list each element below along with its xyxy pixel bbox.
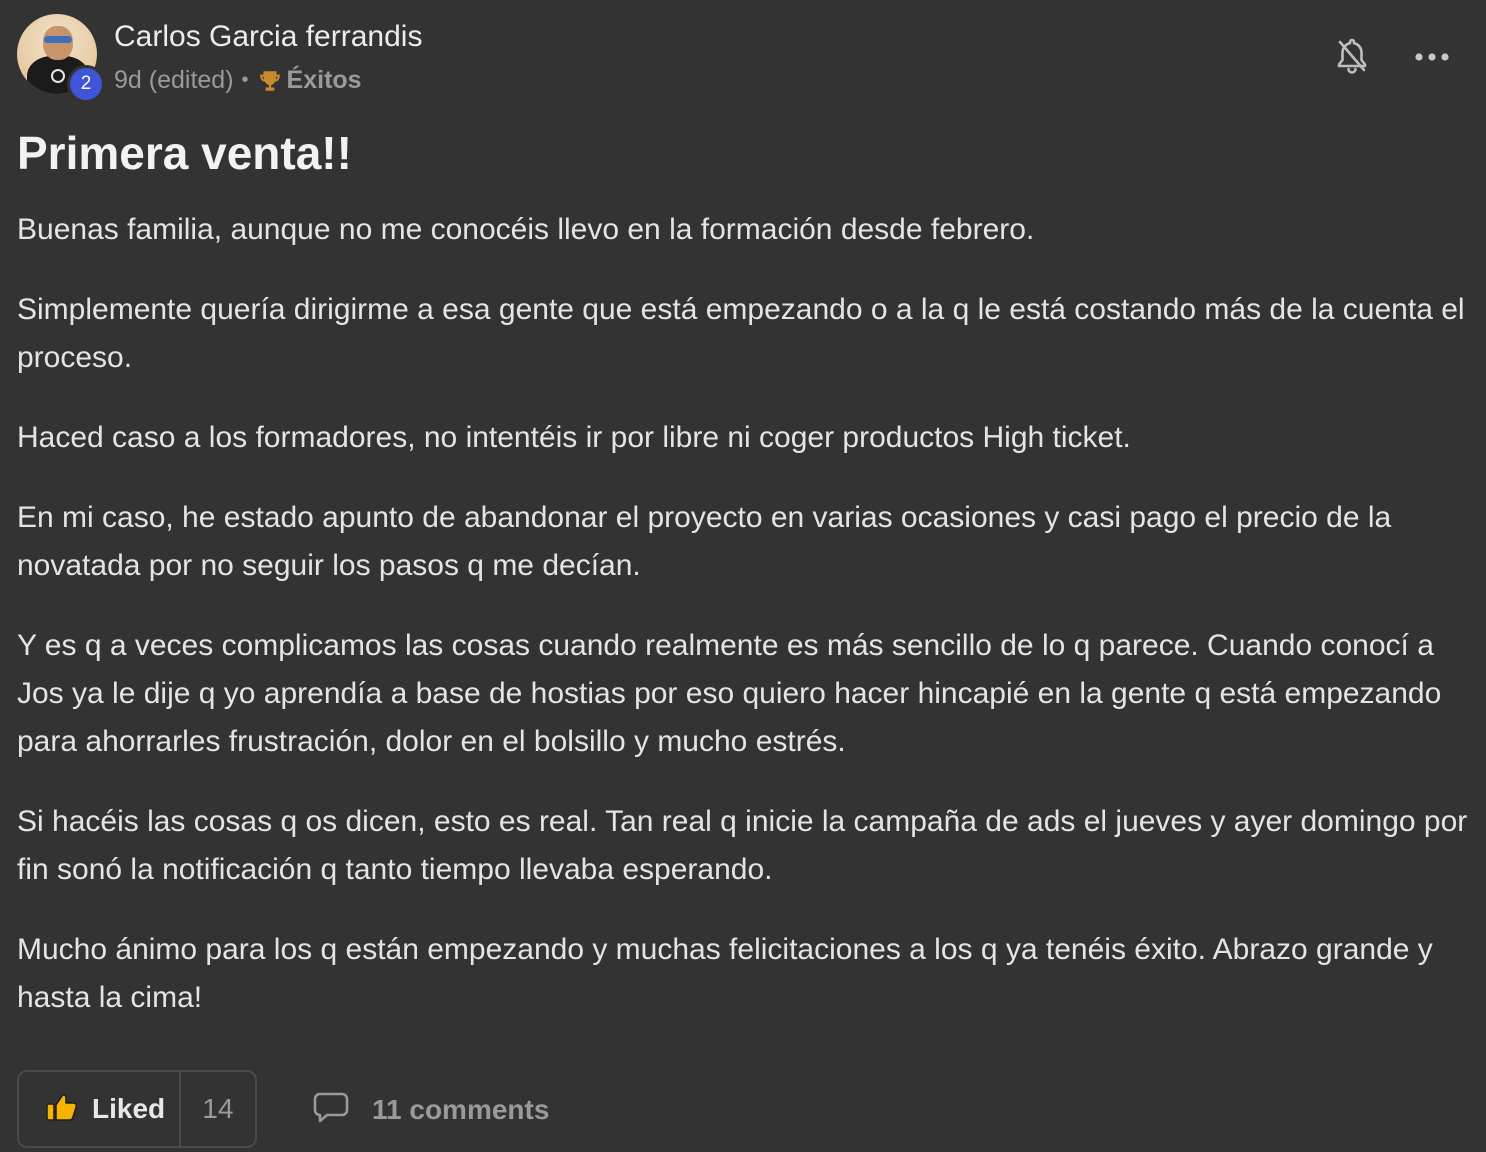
like-label: Liked <box>92 1093 166 1124</box>
avatar-glasses <box>44 36 72 43</box>
post-time: 9d (edited) <box>114 66 234 94</box>
meta-separator: • <box>241 69 249 91</box>
comments-button[interactable]: 11 comments <box>312 1088 549 1132</box>
avatar-face <box>43 26 73 60</box>
post-meta: 9d (edited) • Éxitos <box>114 66 362 95</box>
post-body: Buenas familia, aunque no me conocéis ll… <box>17 206 1472 1054</box>
notification-toggle-button[interactable] <box>1330 35 1374 81</box>
post-card: 2 Carlos Garcia ferrandis 9d (edited) • … <box>0 0 1486 1152</box>
level-badge: 2 <box>67 65 105 103</box>
author-name[interactable]: Carlos Garcia ferrandis <box>114 20 422 54</box>
post-category[interactable]: Éxitos <box>287 66 362 95</box>
comment-icon <box>312 1091 350 1130</box>
post-paragraph: Haced caso a los formadores, no intentéi… <box>17 421 1131 454</box>
post-paragraph: Simplemente quería dirigirme a esa gente… <box>17 293 1465 374</box>
avatar-smiley <box>51 69 65 83</box>
post-paragraph: En mi caso, he estado apunto de abandona… <box>17 501 1392 582</box>
post-paragraph: Si hacéis las cosas q os dicen, esto es … <box>17 805 1468 886</box>
like-control: Liked 14 <box>17 1070 257 1148</box>
post-paragraph: Mucho ánimo para los q están empezando y… <box>17 933 1433 1014</box>
post-paragraph: Y es q a veces complicamos las cosas cua… <box>17 629 1442 758</box>
like-button[interactable]: Liked <box>19 1072 181 1146</box>
thumbs-up-icon <box>46 1092 78 1127</box>
bell-off-icon <box>1335 36 1369 81</box>
post-title: Primera venta!! <box>17 127 352 179</box>
like-count[interactable]: 14 <box>181 1072 255 1146</box>
more-options-button[interactable] <box>1410 42 1454 74</box>
comments-label: 11 comments <box>372 1094 550 1125</box>
more-horizontal-icon <box>1414 49 1450 67</box>
post-paragraph: Buenas familia, aunque no me conocéis ll… <box>17 213 1035 246</box>
trophy-icon <box>257 68 283 94</box>
